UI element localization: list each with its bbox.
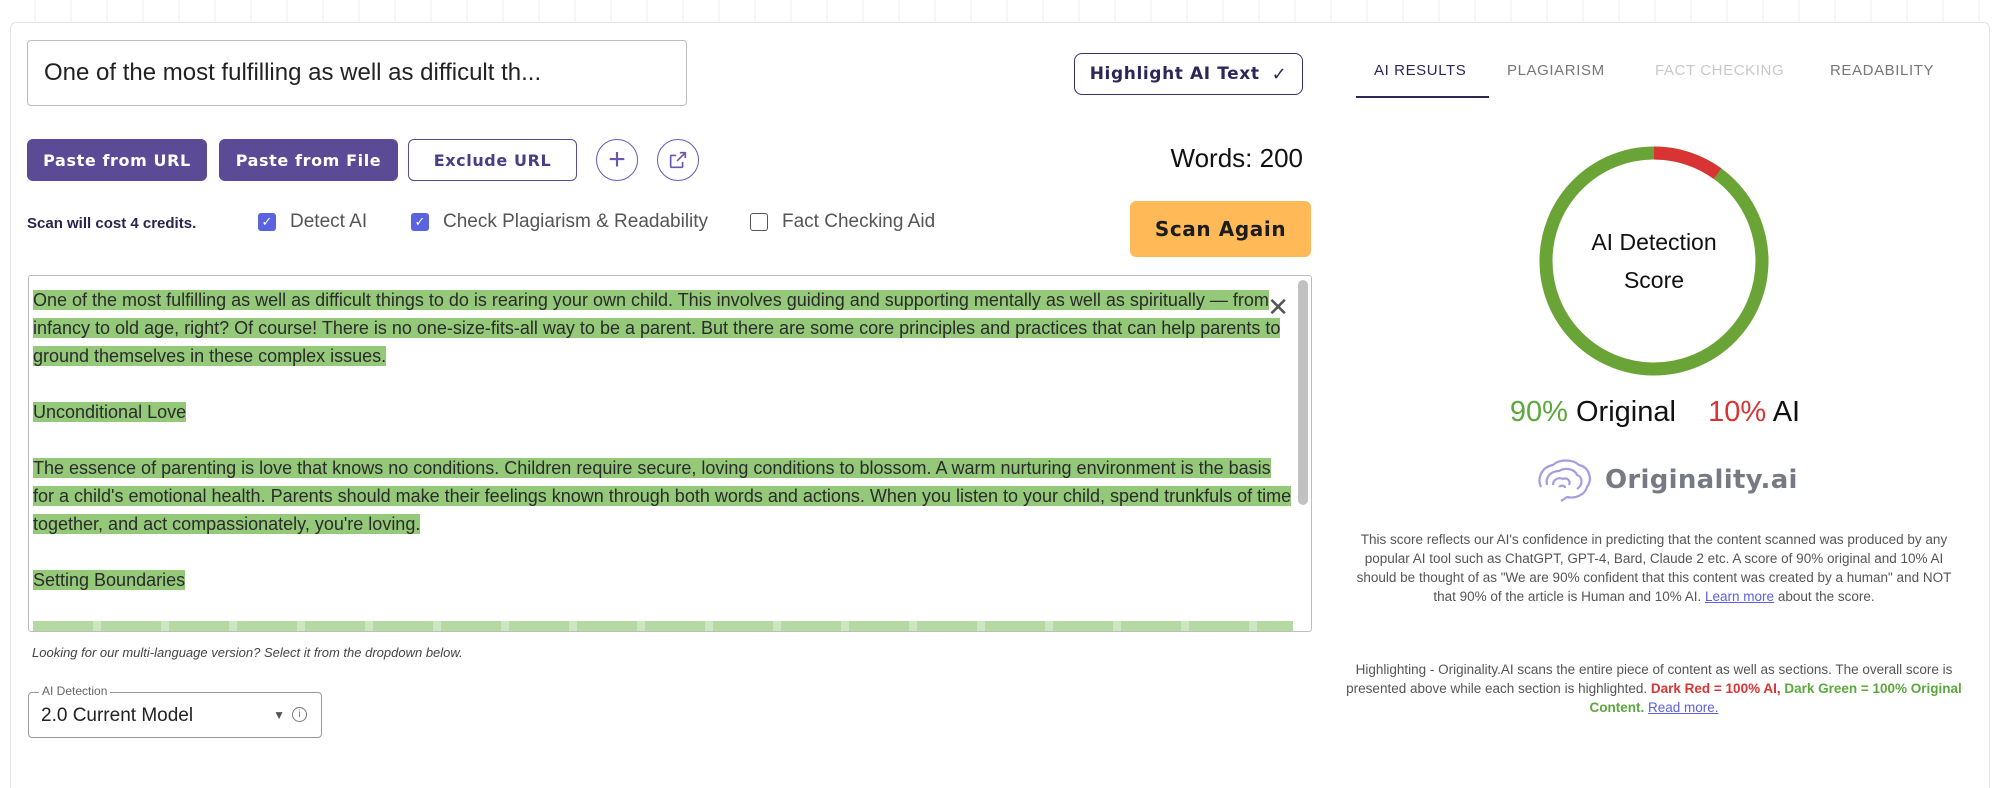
brand-name: Originality.ai [1605,465,1798,495]
scan-cost-text: Scan will cost 4 credits. [27,215,197,232]
donut-label: AI Detection Score [1538,145,1770,377]
fact-checking-label: Fact Checking Aid [782,211,936,232]
donut-label-line1: AI Detection [1591,229,1717,255]
info-icon[interactable]: i [292,707,307,722]
original-label: Original [1576,396,1676,428]
content-editor[interactable]: One of the most fulfilling as well as di… [28,275,1312,632]
paste-from-file-button[interactable]: Paste from File [219,139,398,181]
editor-scrollbar[interactable] [1298,280,1308,505]
score-description: This score reflects our AI's confidence … [1344,530,1964,606]
highlighted-paragraph: The essence of parenting is love that kn… [33,458,1292,534]
check-icon: ✓ [1271,63,1288,85]
highlight-ai-text-button[interactable]: Highlight AI Text ✓ [1074,53,1303,95]
checkbox-unchecked-icon[interactable] [750,213,768,231]
caret-down-icon[interactable]: ▼ [273,708,285,722]
exclude-url-button[interactable]: Exclude URL [408,139,577,181]
scan-again-button[interactable]: Scan Again [1130,201,1311,257]
tab-fact-checking: FACT CHECKING [1655,62,1785,79]
check-plagiarism-label: Check Plagiarism & Readability [443,211,709,232]
share-icon[interactable] [657,139,699,181]
checkbox-checked-icon[interactable]: ✓ [258,213,276,231]
check-plagiarism-option[interactable]: ✓ Check Plagiarism & Readability [411,211,708,233]
checkbox-checked-icon[interactable]: ✓ [411,213,429,231]
original-percent: 90% [1509,396,1568,428]
highlighted-heading: Setting Boundaries [33,570,186,590]
tab-ai-results[interactable]: AI RESULTS [1356,52,1489,98]
donut-label-line2: Score [1623,267,1685,293]
brand-logo: Originality.ai [1535,457,1798,503]
paste-from-url-button[interactable]: Paste from URL [27,139,207,181]
word-count: Words: 200 [1170,143,1303,173]
ai-detection-model-select[interactable]: AI Detection 2.0 Current Model ▼ i [28,684,322,738]
score-description-text: This score reflects our AI's confidence … [1356,532,1952,604]
read-more-link[interactable]: Read more. [1648,700,1719,715]
tab-readability[interactable]: READABILITY [1812,52,1982,98]
brain-icon [1538,459,1591,502]
highlight-ai-label: Highlight AI Text [1089,64,1260,84]
select-legend: AI Detection [39,684,111,698]
results-tabs: AI RESULTS PLAGIARISM FACT CHECKING READ… [1356,52,1982,98]
detect-ai-option[interactable]: ✓ Detect AI [258,211,367,233]
language-note: Looking for our multi-language version? … [32,645,463,660]
add-icon[interactable]: + [596,139,638,181]
title-input[interactable]: One of the most fulfilling as well as di… [27,40,687,106]
select-value: 2.0 Current Model [41,705,194,726]
highlighted-heading: Unconditional Love [33,402,187,422]
learn-more-link[interactable]: Learn more [1705,589,1774,604]
ai-percent: 10% [1708,396,1767,428]
highlighted-paragraph: One of the most fulfilling as well as di… [33,290,1281,366]
tab-plagiarism[interactable]: PLAGIARISM [1489,52,1637,98]
fact-checking-option[interactable]: Fact Checking Aid [750,211,935,233]
ai-score-donut: AI Detection Score [1538,145,1770,377]
highlighting-description: Highlighting - Originality.AI scans the … [1344,660,1964,717]
partially-hidden-text-line [33,621,1293,631]
close-icon[interactable]: ✕ [1267,294,1289,320]
detect-ai-label: Detect AI [290,211,368,232]
editor-text: One of the most fulfilling as well as di… [33,286,1295,622]
top-border-strip [0,0,1999,22]
ai-label: AI [1772,396,1801,428]
dark-red-legend: Dark Red = 100% AI, [1650,681,1781,696]
score-summary: 90% Original 10% AI [1500,396,1810,429]
